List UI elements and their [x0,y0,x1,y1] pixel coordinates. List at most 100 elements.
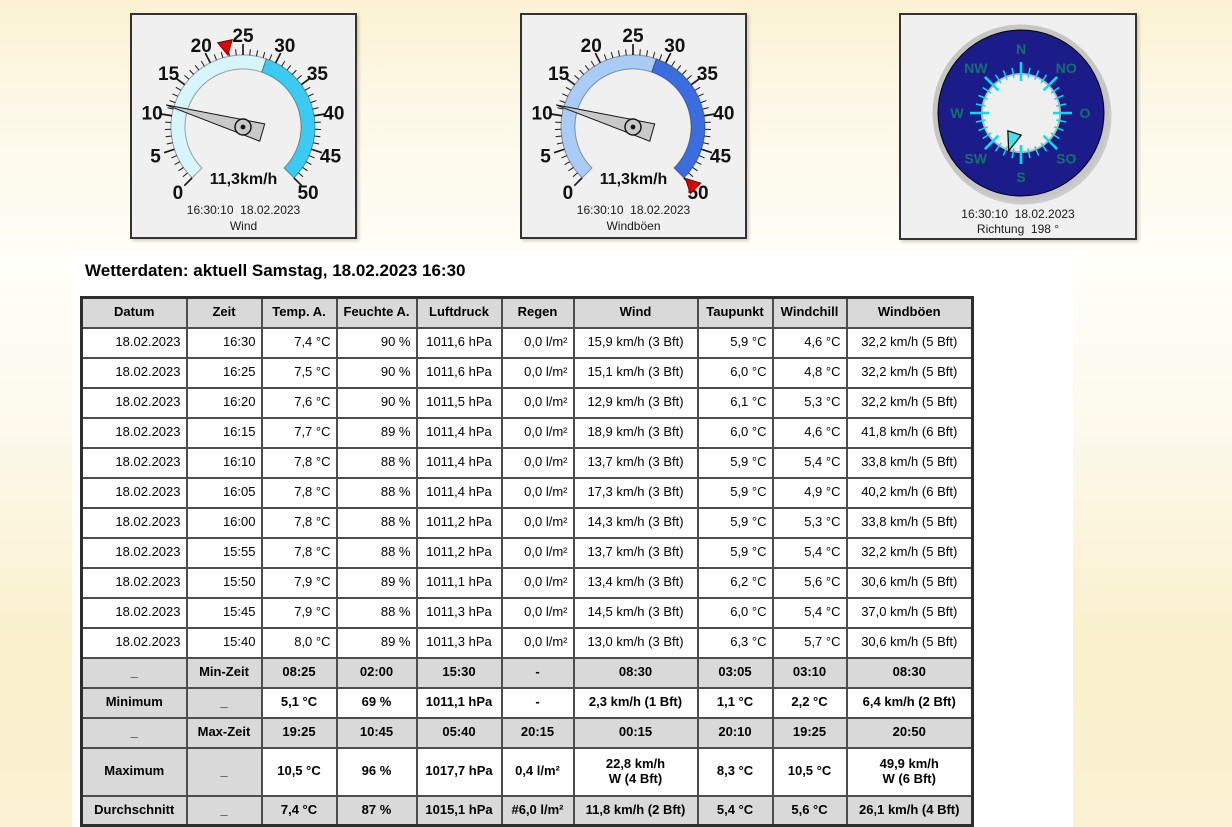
column-header: Regen [500,296,575,329]
svg-text:40: 40 [713,103,734,124]
table-cell: 18.02.2023 [80,386,188,419]
table-cell: 37,0 km/h (5 Bft) [845,596,974,629]
table-cell: 0,0 l/m² [500,506,575,539]
summary-cell: 20:50 [845,716,974,749]
wind-gusts-gauge-value: 11,3km/h [599,171,668,188]
summary-cell: 5,4 °C [696,794,774,827]
table-cell: 7,5 °C [260,356,338,389]
weather-data-row: 18.02.2023 15:55 7,8 °C 88 % 1011,2 hPa 0,0 l… [80,536,974,569]
table-cell: 13,0 km/h (3 Bft) [572,626,699,659]
svg-text:SO: SO [1056,150,1076,166]
table-cell: 6,0 °C [696,356,774,389]
table-cell: 88 % [335,446,418,479]
column-header: Datum [80,296,188,329]
wind-gusts-gauge-panel: 0 5 10 15 20 25 30 35 40 45 50 11,3km/h 16:30:10 1… [520,13,747,239]
summary-cell: #6,0 l/m² [500,794,575,827]
table-cell: 1011,2 hPa [415,506,503,539]
svg-text:35: 35 [307,64,329,85]
table-cell: 6,1 °C [696,386,774,419]
summary-row: Minimum _ 5,1 °C 69 % 1011,1 hPa -2,3 km/h (1… [80,686,974,719]
table-cell: 90 % [335,326,418,359]
table-cell: 16:20 [185,386,263,419]
table-cell: 5,9 °C [696,536,774,569]
table-cell: 6,2 °C [696,566,774,599]
wind-direction-compass-panel: N NO O SO S SW W NW 16:30:10 18.02.2023 Richtun… [899,13,1137,240]
summary-cell: 20:15 [500,716,575,749]
table-cell: 1011,5 hPa [415,386,503,419]
summary-cell: 8,3 °C [696,746,774,797]
weather-table-title: Wetterdaten: aktuell Samstag, 18.02.2023… [85,261,466,280]
table-cell: 30,6 km/h (5 Bft) [845,566,974,599]
summary-cell: 87 % [335,794,418,827]
summary-cell: 08:25 [260,656,338,689]
table-cell: 18.02.2023 [80,326,188,359]
svg-text:30: 30 [274,36,295,57]
table-cell: 0,0 l/m² [500,386,575,419]
summary-cell: 1015,1 hPa [415,794,503,827]
summary-cell: Maximum [80,746,188,797]
svg-text:NW: NW [964,60,988,76]
weather-data-row: 18.02.2023 15:45 7,9 °C 88 % 1011,3 hPa 0,0 l… [80,596,974,629]
summary-cell: 03:10 [771,656,848,689]
table-cell: 18.02.2023 [80,566,188,599]
table-cell: 18.02.2023 [80,356,188,389]
table-cell: 7,7 °C [260,416,338,449]
svg-text:5: 5 [150,146,161,167]
summary-cell: 10,5 °C [771,746,848,797]
table-cell: 32,2 km/h (5 Bft) [845,536,974,569]
table-cell: 7,8 °C [260,506,338,539]
summary-cell: 22,8 km/h W (4 Bft) [572,746,699,797]
summary-cell: 1,1 °C [696,686,774,719]
weather-data-row: 18.02.2023 16:30 7,4 °C 90 % 1011,6 hPa 0,0 l… [80,326,974,359]
summary-cell: Minimum [80,686,188,719]
summary-cell: 08:30 [845,656,974,689]
summary-cell: _ [185,746,263,797]
summary-cell: Max-Zeit [185,716,263,749]
summary-cell: Durchschnitt [80,794,188,827]
svg-text:40: 40 [323,103,344,124]
summary-cell: 49,9 km/h W (6 Bft) [845,746,974,797]
table-cell: 0,0 l/m² [500,566,575,599]
column-header: Windböen [845,296,974,329]
table-cell: 5,3 °C [771,506,848,539]
summary-cell: 7,4 °C [260,794,338,827]
svg-text:25: 25 [622,26,644,47]
table-cell: 32,2 km/h (5 Bft) [845,326,974,359]
wind-gauge-panel: 0 5 10 15 20 25 30 35 40 45 50 11,3km/h 16:30:10 1… [130,13,357,239]
table-cell: 18.02.2023 [80,506,188,539]
table-cell: 14,3 km/h (3 Bft) [572,506,699,539]
svg-text:15: 15 [158,64,180,85]
table-cell: 7,6 °C [260,386,338,419]
summary-cell: Min-Zeit [185,656,263,689]
table-cell: 40,2 km/h (6 Bft) [845,476,974,509]
table-cell: 15,1 km/h (3 Bft) [572,356,699,389]
table-cell: 15:55 [185,536,263,569]
summary-cell: 96 % [335,746,418,797]
summary-cell: 2,3 km/h (1 Bft) [572,686,699,719]
table-cell: 32,2 km/h (5 Bft) [845,356,974,389]
table-cell: 0,0 l/m² [500,356,575,389]
table-cell: 1011,2 hPa [415,536,503,569]
summary-cell: 03:05 [696,656,774,689]
svg-text:45: 45 [710,146,732,167]
weather-data-row: 18.02.2023 16:15 7,7 °C 89 % 1011,4 hPa 0,0 l… [80,416,974,449]
table-cell: 0,0 l/m² [500,326,575,359]
column-header: Windchill [771,296,848,329]
table-cell: 1011,4 hPa [415,446,503,479]
weather-data-row: 18.02.2023 15:50 7,9 °C 89 % 1011,1 hPa 0,0 l… [80,566,974,599]
svg-text:O: O [1080,105,1091,121]
table-cell: 90 % [335,356,418,389]
table-cell: 5,4 °C [771,536,848,569]
weather-data-panel: Wetterdaten: aktuell Samstag, 18.02.2023… [72,250,1073,827]
summary-cell: 08:30 [572,656,699,689]
summary-cell: _ [185,794,263,827]
table-cell: 1011,3 hPa [415,596,503,629]
table-cell: 13,7 km/h (3 Bft) [572,536,699,569]
table-cell: 0,0 l/m² [500,626,575,659]
table-cell: 15:45 [185,596,263,629]
svg-text:W: W [950,105,964,121]
summary-cell: - [500,686,575,719]
table-cell: 16:25 [185,356,263,389]
summary-cell: 05:40 [415,716,503,749]
svg-text:25: 25 [232,26,254,47]
